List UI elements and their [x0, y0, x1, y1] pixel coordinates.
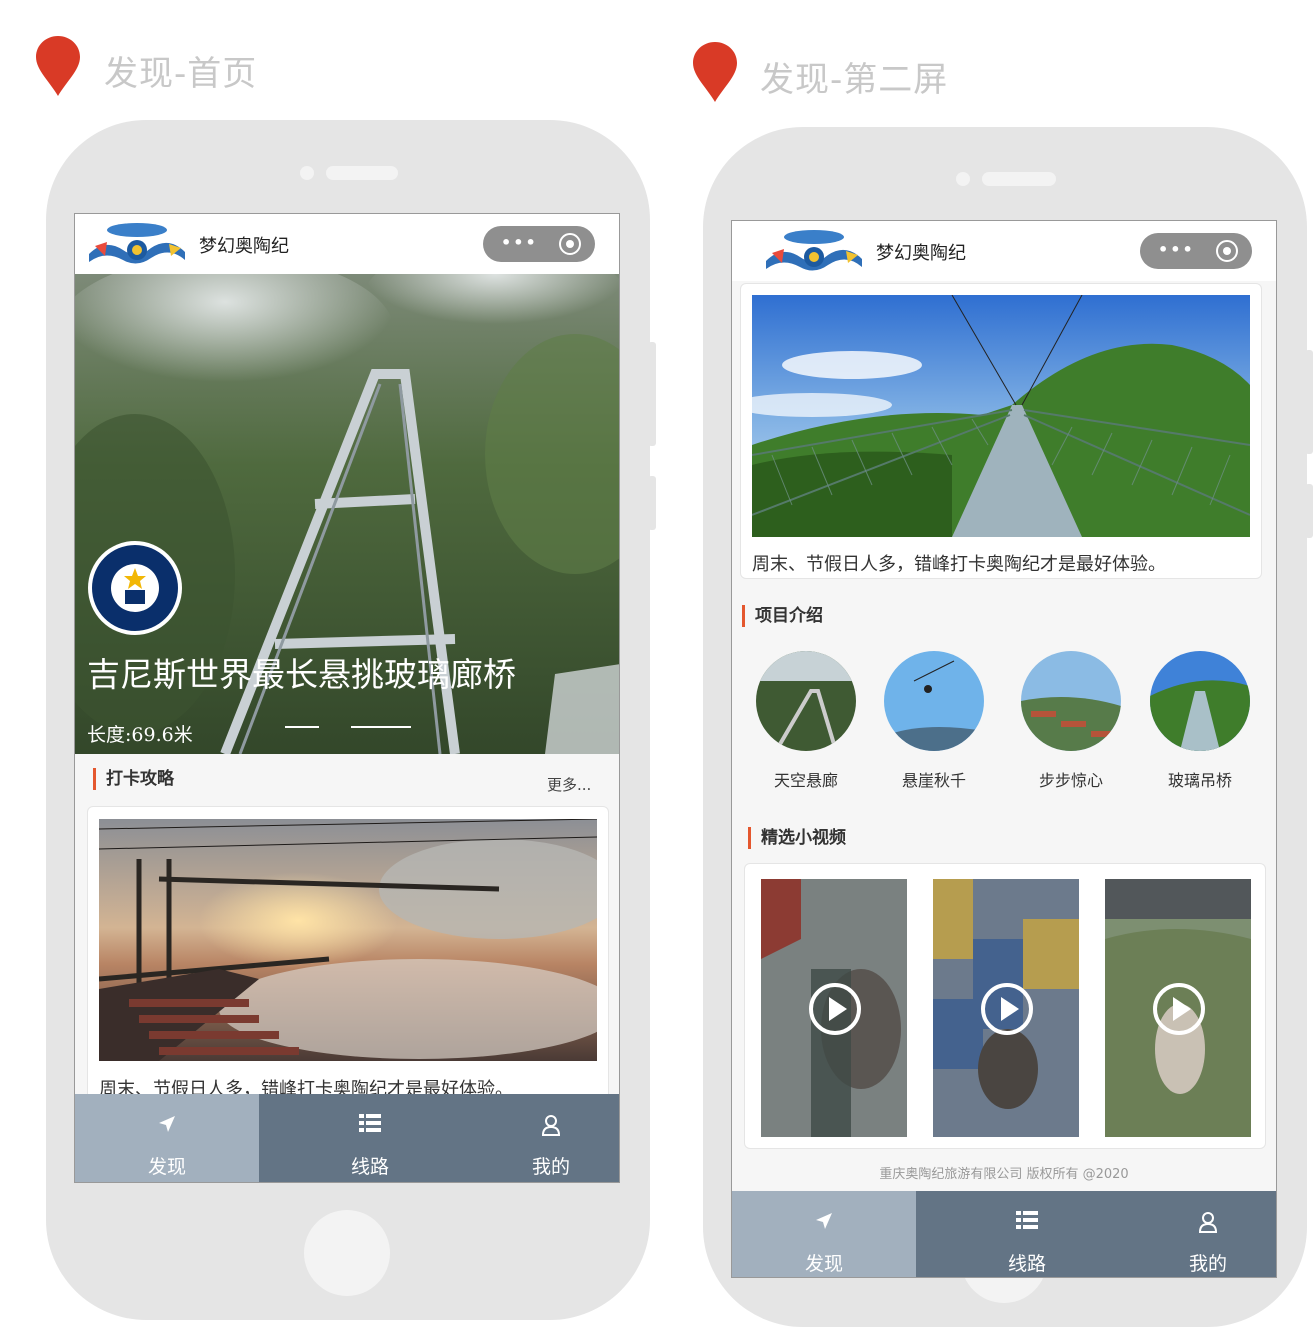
guinness-badge — [88, 541, 182, 635]
app-logo — [766, 230, 862, 271]
section-title-projects: 项目介绍 — [742, 605, 823, 627]
capsule-menu[interactable]: ••• — [483, 226, 595, 262]
project-cliff-swing[interactable] — [884, 651, 984, 751]
tab-label: 我的 — [531, 1156, 570, 1178]
close-target-icon[interactable] — [559, 233, 581, 255]
guide-card-caption: 周末、节假日人多，错峰打卡奥陶纪才是最好体验。 — [752, 554, 1166, 575]
tab-label: 我的 — [1188, 1253, 1227, 1275]
glass-bridge-image — [752, 295, 1250, 537]
hero-title: 吉尼斯世界最长悬挑玻璃廊桥 — [87, 655, 516, 694]
play-icon[interactable] — [1153, 983, 1205, 1035]
user-icon — [1198, 1212, 1218, 1233]
carousel-indicator-active[interactable] — [351, 726, 411, 728]
home-button[interactable] — [304, 1210, 390, 1296]
top-bar: 梦幻奥陶纪 ••• — [75, 214, 619, 274]
project-image — [756, 651, 856, 751]
play-icon[interactable] — [809, 983, 861, 1035]
close-target-icon[interactable] — [1216, 240, 1238, 262]
location-pin-icon — [693, 42, 737, 102]
video-item-1[interactable] — [761, 879, 907, 1137]
project-image — [884, 651, 984, 751]
list-icon — [359, 1114, 381, 1132]
tab-label: 线路 — [1007, 1253, 1046, 1275]
user-icon — [541, 1115, 561, 1136]
tab-route[interactable]: 线路 — [916, 1191, 1138, 1277]
carousel-indicator[interactable] — [285, 726, 319, 728]
project-step-by-step[interactable] — [1021, 651, 1121, 751]
tab-discover[interactable]: 发现 — [732, 1191, 916, 1277]
location-arrow-icon — [159, 1116, 175, 1132]
project-glass-bridge[interactable] — [1150, 651, 1250, 751]
tab-mine[interactable]: 我的 — [481, 1094, 619, 1182]
app-title: 梦幻奥陶纪 — [876, 243, 966, 264]
video-list-card — [744, 863, 1266, 1149]
guide-card[interactable]: 周末、节假日人多，错峰打卡奥陶纪才是最好体验。 — [740, 283, 1262, 579]
video-item-2[interactable] — [933, 879, 1079, 1137]
play-icon[interactable] — [981, 983, 1033, 1035]
location-pin-icon — [36, 36, 80, 96]
app-title: 梦幻奥陶纪 — [199, 236, 289, 257]
volume-button — [1305, 350, 1313, 454]
project-label: 步步惊心 — [1038, 771, 1103, 790]
tab-label: 发现 — [804, 1253, 843, 1275]
tab-discover[interactable]: 发现 — [75, 1094, 259, 1182]
list-icon — [1016, 1211, 1038, 1229]
front-camera — [300, 166, 314, 180]
tab-mine[interactable]: 我的 — [1138, 1191, 1276, 1277]
project-label: 玻璃吊桥 — [1167, 771, 1232, 790]
project-image — [1021, 651, 1121, 751]
copyright: 重庆奥陶纪旅游有限公司 版权所有 @2020 — [879, 1167, 1129, 1182]
project-label: 悬崖秋千 — [901, 771, 966, 790]
app-logo — [89, 223, 185, 264]
section-title-videos: 精选小视频 — [748, 827, 846, 849]
hero-banner[interactable]: 吉尼斯世界最长悬挑玻璃廊桥 长度:69.6米 — [75, 274, 619, 754]
more-link[interactable]: 更多... — [547, 774, 591, 795]
video-item-3[interactable] — [1105, 879, 1251, 1137]
more-dots-icon[interactable]: ••• — [1158, 240, 1195, 259]
hero-length: 长度:69.6米 — [87, 724, 193, 746]
capsule-menu[interactable]: ••• — [1140, 233, 1252, 269]
speaker — [326, 166, 398, 180]
section-title-checkin: 打卡攻略 — [93, 768, 174, 790]
more-dots-icon[interactable]: ••• — [501, 233, 538, 252]
guide-card[interactable]: 周末、节假日人多，错峰打卡奥陶纪才是最好体验。 — [87, 806, 609, 1126]
speaker — [982, 172, 1056, 186]
tab-bar: 发现 线路 我的 — [75, 1094, 619, 1182]
project-image — [1150, 651, 1250, 751]
tab-label: 发现 — [147, 1156, 186, 1178]
location-arrow-icon — [816, 1213, 832, 1229]
tab-route[interactable]: 线路 — [259, 1094, 481, 1182]
project-sky-corridor[interactable] — [756, 651, 856, 751]
right-screen-label: 发现-第二屏 — [760, 60, 949, 100]
tab-bar: 发现 线路 我的 — [732, 1191, 1276, 1277]
power-button — [1305, 484, 1313, 538]
left-screen: 梦幻奥陶纪 ••• 吉尼斯世界最长悬挑玻璃廊桥 长度:69.6米 打卡攻略 更多… — [74, 213, 620, 1183]
guide-card-image — [99, 819, 597, 1061]
front-camera — [956, 172, 970, 186]
tab-label: 线路 — [350, 1156, 389, 1178]
project-label: 天空悬廊 — [773, 771, 838, 790]
left-screen-label: 发现-首页 — [104, 54, 258, 94]
right-screen: 梦幻奥陶纪 ••• 周末、节假日人多，错峰打卡奥陶纪才是最好体验。 项目介绍 天… — [731, 220, 1277, 1278]
top-bar: 梦幻奥陶纪 ••• — [732, 221, 1276, 281]
volume-button — [648, 342, 656, 446]
power-button — [648, 476, 656, 530]
